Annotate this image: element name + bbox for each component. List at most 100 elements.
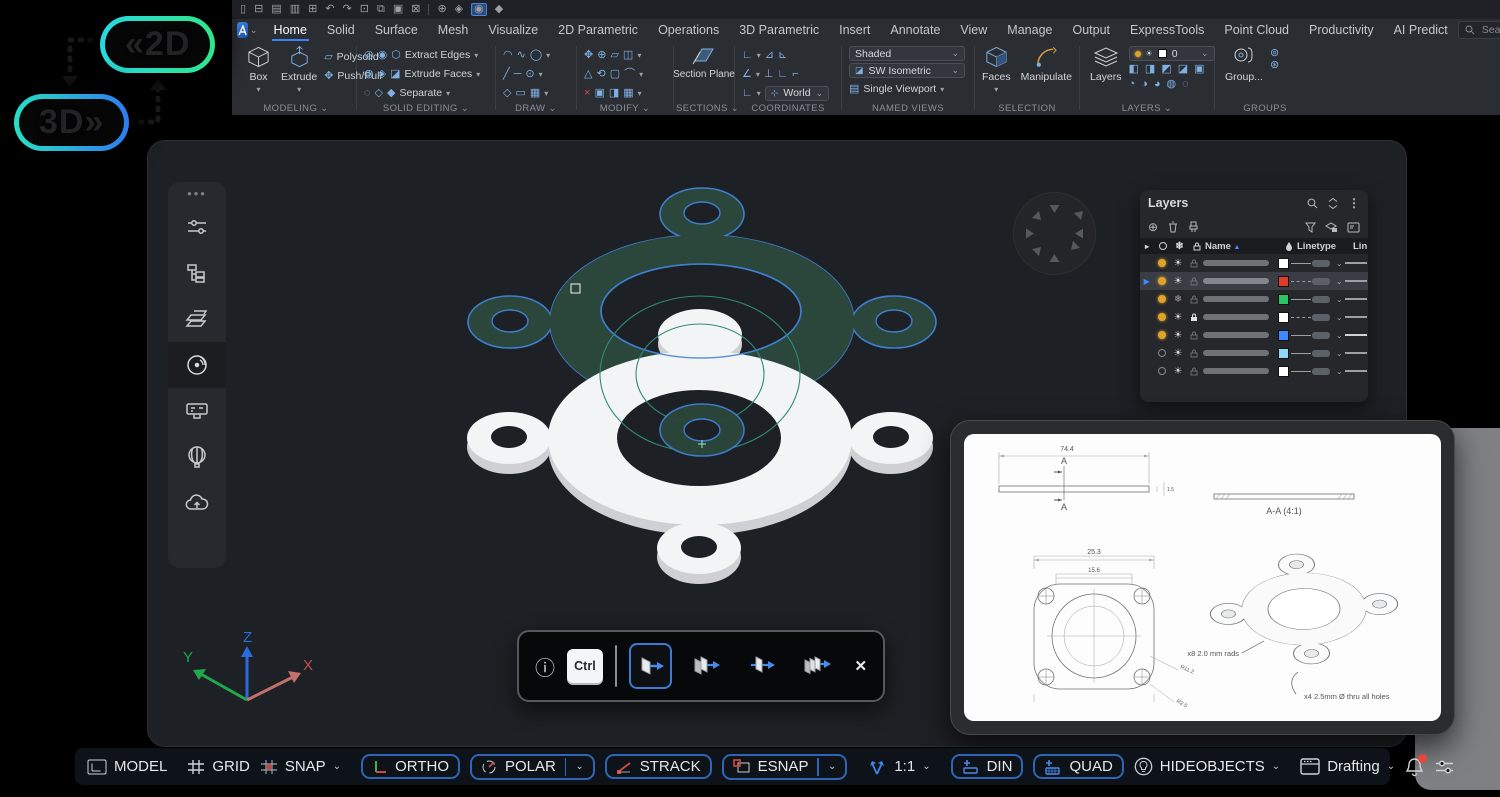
name-column-header[interactable]: Name ▲ [1205,241,1281,252]
tab-visualize[interactable]: Visualize [478,19,548,41]
layers-button[interactable]: Layers [1087,44,1125,102]
ucs-z-icon[interactable]: ∠ [742,69,752,80]
linetype-column-header[interactable]: Linetype [1297,241,1353,252]
statusbar-settings-button[interactable] [1434,758,1455,776]
new-file-icon[interactable]: ▯ [240,4,246,15]
hideobjects-button[interactable]: HIDEOBJECTS⌄ [1134,757,1280,776]
layer-unlock-icon[interactable]: ◕ [1154,79,1161,90]
layer-isolate-icon[interactable]: ◧ [1129,64,1139,75]
workspace-switcher[interactable]: Drafting⌄ [1300,758,1395,775]
line-icon[interactable]: ─ [514,69,522,80]
shell-icon[interactable]: ◌ [364,88,371,99]
polar-toggle[interactable]: POLAR ⌄ [470,754,595,780]
export-icon[interactable]: ⊠ [411,4,420,15]
chevron-down-icon[interactable]: ⌄ [1333,331,1345,340]
add-to-group-icon[interactable]: ⊚ [1270,48,1279,59]
separate-button[interactable]: Separate [399,87,442,99]
layer-row[interactable]: ☀ ⌄ [1140,308,1368,326]
page-setup-icon[interactable]: ⊡ [360,4,369,15]
intersect-icon[interactable]: ◍ [364,69,374,80]
trim-icon[interactable]: ◨ [609,88,619,99]
tab-2d-parametric[interactable]: 2D Parametric [548,19,648,41]
tab-insert[interactable]: Insert [829,19,880,41]
plot-icon[interactable]: ⊞ [308,4,317,15]
chevron-down-icon[interactable]: ⌄ [1333,367,1345,376]
layer-row[interactable]: ☀ ⌄ [1140,362,1368,380]
extrude-faces-icon[interactable]: ◪ [390,69,400,80]
layer-color-swatch[interactable] [1278,258,1289,269]
scale-icon[interactable]: ⟲ [596,69,605,80]
extrude-mode-unite-button[interactable] [740,643,783,689]
section-plane-button[interactable]: Section Plane [681,44,727,81]
annotation-scale-button[interactable]: 1:1⌄ [867,758,930,776]
tab-expresstools[interactable]: ExpressTools [1120,19,1214,41]
layer-lineweight[interactable] [1345,352,1368,354]
app-menu-chevron-icon[interactable]: ⌄ [250,25,258,36]
layer-freeze-toggle[interactable]: ☀ [1170,330,1186,341]
chevron-down-icon[interactable]: ⌄ [333,761,341,772]
explode-icon[interactable]: ▣ [594,88,604,99]
layer-row[interactable]: ☀ ⌄ [1140,254,1368,272]
extrude-faces-button[interactable]: Extrude Faces [404,68,472,80]
tab-annotate[interactable]: Annotate [880,19,950,41]
mirror-icon[interactable]: ◫ [623,50,633,61]
chevron-down-icon[interactable]: ⌄ [1333,277,1345,286]
panel-label-draw[interactable]: DRAW ⌄ [498,103,574,114]
rotate-icon[interactable]: △ [584,69,592,80]
chevron-down-icon[interactable]: ⌄ [1387,761,1395,772]
layer-linetype[interactable] [1312,368,1333,375]
layer-freeze-toggle[interactable]: ☀ [1170,348,1186,359]
ribbon-search[interactable] [1458,21,1500,39]
layer-name[interactable] [1203,368,1276,374]
view-render-active-icon[interactable]: ◉ [471,3,487,16]
layer-lineweight[interactable] [1345,334,1368,337]
collapse-panel-icon[interactable] [1328,198,1338,209]
chevron-down-icon[interactable]: ⌄ [1333,259,1345,268]
layer-visibility-toggle[interactable] [1153,367,1169,375]
chevron-down-icon[interactable]: ⌄ [1333,295,1345,304]
layer-visibility-toggle[interactable] [1153,313,1169,321]
model-space-button[interactable]: MODEL [87,758,167,775]
tab-surface[interactable]: Surface [365,19,428,41]
layer-color-swatch[interactable] [1278,294,1289,305]
quad-toggle[interactable]: QUAD [1033,754,1123,779]
layer-freeze-toggle[interactable]: ☀ [1170,312,1186,323]
panel-label-sections[interactable]: SECTIONS ⌄ [676,103,732,114]
tab-view[interactable]: View [950,19,997,41]
palette-explore-button[interactable] [168,434,226,480]
chevron-down-icon[interactable]: ⌄ [828,761,836,772]
layer-lock-toggle[interactable] [1186,259,1202,268]
extract-edges-icon[interactable]: ⬡ [391,50,401,61]
layer-row[interactable]: ☀ ⌄ [1140,326,1368,344]
filter-icon[interactable] [1305,222,1316,233]
undo-icon[interactable]: ↶ [325,4,334,15]
esnap-toggle[interactable]: ESNAP ⌄ [722,754,848,780]
layer-visibility-toggle[interactable] [1153,259,1169,267]
paste-icon[interactable]: ▣ [393,4,403,15]
ucs-world-icon[interactable]: ⌐ [792,69,798,80]
ucs-view-icon[interactable]: ⊥ [764,69,774,80]
on-column-icon[interactable] [1154,242,1171,250]
select-faces-button[interactable]: Faces▾ [979,44,1014,102]
tab-output[interactable]: Output [1062,19,1120,41]
layer-lock-toggle[interactable] [1186,295,1202,304]
close-icon[interactable]: ✕ [854,657,867,675]
new-layer-icon[interactable]: ⊕ [1148,220,1158,234]
strack-toggle[interactable]: STRACK [605,754,712,779]
palette-structure-button[interactable] [168,250,226,296]
ribbon-search-input[interactable] [1480,23,1500,37]
chevron-down-icon[interactable]: ⌄ [575,761,583,772]
layer-lineweight[interactable] [1345,262,1368,264]
layer-color-swatch[interactable] [1278,348,1289,359]
notifications-button[interactable] [1405,757,1424,777]
layer-visibility-toggle[interactable] [1153,295,1169,303]
tab-3d-parametric[interactable]: 3D Parametric [729,19,829,41]
box-button[interactable]: Box▾ [243,44,274,102]
erase-icon[interactable]: × [584,88,590,99]
chevron-down-icon[interactable]: ⌄ [1333,313,1345,322]
rectangle-icon[interactable]: ▭ [515,88,525,99]
palette-settings-button[interactable] [168,204,226,250]
offset-icon[interactable]: ▢ [610,69,620,80]
donut-icon[interactable]: ⊙ [525,69,534,80]
open-file-icon[interactable]: ⊟ [254,4,263,15]
